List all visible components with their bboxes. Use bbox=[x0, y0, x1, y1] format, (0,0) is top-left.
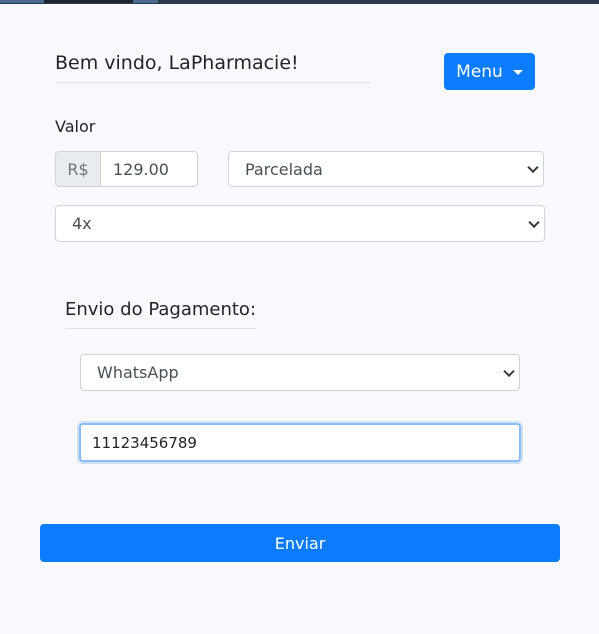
welcome-heading: Bem vindo, LaPharmacie! bbox=[55, 52, 371, 83]
menu-button-label: Menu bbox=[456, 61, 503, 82]
menu-dropdown-button[interactable]: Menu bbox=[444, 53, 535, 90]
chevron-down-icon bbox=[503, 365, 515, 377]
amount-input[interactable] bbox=[101, 151, 198, 187]
top-navigation-strip bbox=[0, 0, 599, 4]
delivery-channel-select[interactable]: WhatsApp bbox=[80, 354, 520, 391]
chevron-down-icon bbox=[528, 216, 540, 228]
top-strip-segment bbox=[133, 0, 158, 3]
submit-button[interactable]: Enviar bbox=[40, 524, 560, 562]
payment-delivery-heading: Envio do Pagamento: bbox=[65, 299, 257, 329]
chevron-down-icon bbox=[527, 161, 539, 174]
amount-input-group: R$ bbox=[55, 151, 198, 187]
caret-down-icon bbox=[512, 70, 523, 75]
valor-label: Valor bbox=[55, 117, 96, 136]
installments-selected: 4x bbox=[72, 214, 92, 233]
installments-select[interactable]: 4x bbox=[55, 205, 545, 242]
payment-type-select[interactable]: Parcelada bbox=[228, 151, 544, 187]
delivery-channel-selected: WhatsApp bbox=[97, 363, 179, 382]
top-strip-segment bbox=[0, 0, 44, 3]
top-strip-segment bbox=[44, 0, 133, 3]
payment-type-selected: Parcelada bbox=[245, 159, 323, 179]
phone-number-input[interactable] bbox=[79, 423, 521, 462]
currency-prefix: R$ bbox=[55, 151, 101, 187]
